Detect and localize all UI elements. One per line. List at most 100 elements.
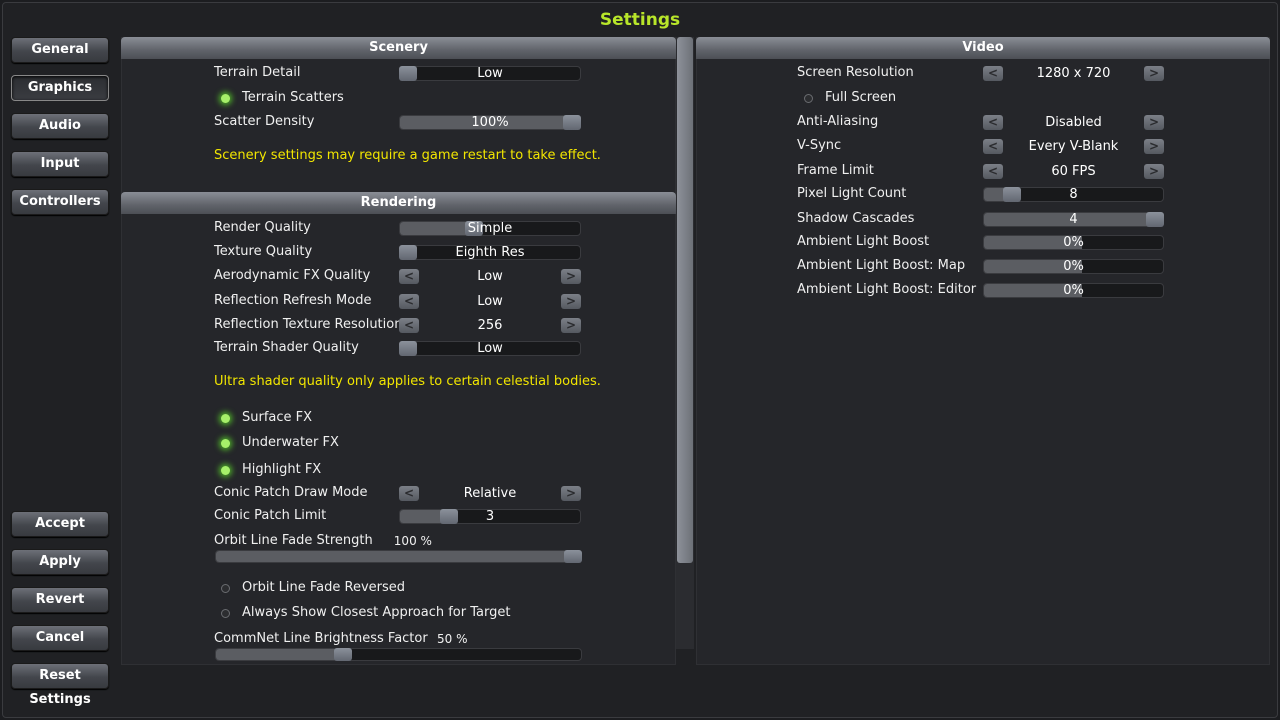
nav-reset-settings-button[interactable]: Reset Settings <box>11 663 109 707</box>
terrain-detail-control[interactable]: Low <box>399 66 581 81</box>
conic-patch-limit-value: 3 <box>485 509 495 524</box>
pixel-light-count-label: Pixel Light Count <box>797 186 907 201</box>
terrain-detail-label: Terrain Detail <box>214 65 301 80</box>
conic-patch-limit-label: Conic Patch Limit <box>214 508 327 523</box>
always-show-closest-approach-for-target-toggle-icon[interactable] <box>221 609 230 618</box>
scatter-density-label: Scatter Density <box>214 114 315 129</box>
reflection-refresh-mode-label: Reflection Refresh Mode <box>214 293 372 308</box>
surface-fx-toggle-icon[interactable] <box>221 414 230 423</box>
scrollbar[interactable] <box>676 37 694 649</box>
commnet-line-brightness-factor-label: CommNet Line Brightness Factor <box>214 631 428 646</box>
texture-quality-value: Eighth Res <box>455 245 525 260</box>
surface-fx-toggle-label[interactable]: Surface FX <box>242 410 312 425</box>
texture-quality-control[interactable]: Eighth Res <box>399 245 581 260</box>
nav-accept-button[interactable]: Accept <box>11 511 109 537</box>
video-header: Video <box>696 37 1270 59</box>
highlight-fx-toggle-label[interactable]: Highlight FX <box>242 462 321 477</box>
screen-resolution-value: 1280 x 720 <box>1036 66 1111 81</box>
terrain-detail-value: Low <box>477 66 503 81</box>
orbit-line-fade-reversed-toggle-label[interactable]: Orbit Line Fade Reversed <box>242 580 405 595</box>
pixel-light-count-control[interactable]: 8 <box>983 187 1164 202</box>
orbit-line-fade-reversed-toggle-icon[interactable] <box>221 584 230 593</box>
increase-arrow-icon[interactable]: > <box>561 294 581 309</box>
ambient-light-boost-editor-control[interactable]: 0% <box>983 283 1164 298</box>
v-sync-control[interactable]: < Every V-Blank > <box>983 139 1164 154</box>
slider-knob[interactable] <box>333 648 352 661</box>
scatter-density-control[interactable]: 100% <box>399 115 581 130</box>
window-title: Settings <box>599 10 681 30</box>
highlight-fx-toggle-icon[interactable] <box>221 466 230 475</box>
full-screen-toggle-label[interactable]: Full Screen <box>825 90 896 105</box>
scrollbar-thumb[interactable] <box>677 37 693 563</box>
anti-aliasing-control[interactable]: < Disabled > <box>983 115 1164 130</box>
nav-apply-button[interactable]: Apply <box>11 549 109 575</box>
nav-revert-button[interactable]: Revert <box>11 587 109 613</box>
conic-patch-draw-mode-control[interactable]: < Relative > <box>399 486 581 501</box>
always-show-closest-approach-for-target-toggle-label[interactable]: Always Show Closest Approach for Target <box>242 605 510 620</box>
reflection-refresh-mode-control[interactable]: < Low > <box>399 294 581 309</box>
slider-knob[interactable] <box>564 550 582 563</box>
full-screen-toggle-icon[interactable] <box>804 94 813 103</box>
terrain-scatters-toggle-label[interactable]: Terrain Scatters <box>242 90 344 105</box>
ambient-light-boost-label: Ambient Light Boost <box>797 234 930 249</box>
ambient-light-boost-value: 0% <box>1063 235 1084 250</box>
increase-arrow-icon[interactable]: > <box>561 318 581 333</box>
underwater-fx-toggle-icon[interactable] <box>221 439 230 448</box>
render-quality-control[interactable]: Simple <box>399 221 581 236</box>
reflection-texture-resolution-control[interactable]: <256 > <box>399 318 581 333</box>
anti-aliasing-label: Anti-Aliasing <box>797 114 879 129</box>
reflection-texture-resolution-label: Reflection Texture Resolution <box>214 317 403 332</box>
screen-resolution-label: Screen Resolution <box>797 65 914 80</box>
anti-aliasing-value: Disabled <box>1045 115 1102 130</box>
pixel-light-count-value: 8 <box>1069 187 1078 202</box>
increase-arrow-icon[interactable]: > <box>561 269 581 284</box>
info-note: Ultra shader quality only applies to cer… <box>214 374 601 389</box>
rendering-header: Rendering <box>121 192 676 214</box>
conic-patch-draw-mode-label: Conic Patch Draw Mode <box>214 485 368 500</box>
frame-limit-value: 60 FPS <box>1051 164 1096 179</box>
nav-controllers-button[interactable]: Controllers <box>11 189 109 215</box>
slider-fill <box>216 649 344 660</box>
ambient-light-boost-control[interactable]: 0% <box>983 235 1164 250</box>
terrain-scatters-toggle-icon[interactable] <box>221 94 230 103</box>
render-quality-value: Simple <box>467 221 513 236</box>
conic-patch-draw-mode-value: Relative <box>463 486 517 501</box>
ambient-light-boost-editor-label: Ambient Light Boost: Editor <box>797 282 977 297</box>
increase-arrow-icon[interactable]: > <box>1144 115 1164 130</box>
aerodynamic-fx-quality-value: Low <box>477 269 503 284</box>
render-quality-label: Render Quality <box>214 220 311 235</box>
orbit-line-fade-strength-slider[interactable] <box>215 550 582 563</box>
ambient-light-boost-map-control[interactable]: 0% <box>983 259 1164 274</box>
right-panel <box>696 37 1270 665</box>
orbit-line-fade-strength-label: Orbit Line Fade Strength <box>214 533 373 548</box>
frame-limit-control[interactable]: <60 FPS > <box>983 164 1164 179</box>
increase-arrow-icon[interactable]: > <box>1144 66 1164 81</box>
screen-resolution-control[interactable]: <1280 x 720 > <box>983 66 1164 81</box>
conic-patch-limit-control[interactable]: 3 <box>399 509 581 524</box>
scatter-density-value: 100% <box>471 115 509 130</box>
ambient-light-boost-editor-value: 0% <box>1063 283 1084 298</box>
slider-fill <box>216 551 574 562</box>
aerodynamic-fx-quality-control[interactable]: < Low > <box>399 269 581 284</box>
shadow-cascades-control[interactable]: 4 <box>983 212 1164 227</box>
aerodynamic-fx-quality-label: Aerodynamic FX Quality <box>214 268 371 283</box>
v-sync-value: Every V-Blank <box>1028 139 1119 154</box>
slider-track[interactable] <box>215 550 582 563</box>
nav-input-button[interactable]: Input <box>11 151 109 177</box>
slider-track[interactable] <box>215 648 582 661</box>
underwater-fx-toggle-label[interactable]: Underwater FX <box>242 435 339 450</box>
ambient-light-boost-map-value: 0% <box>1063 259 1084 274</box>
nav-general-button[interactable]: General <box>11 37 109 63</box>
increase-arrow-icon[interactable]: > <box>1144 139 1164 154</box>
orbit-line-fade-strength-value: 100 % <box>393 534 432 548</box>
terrain-shader-quality-control[interactable]: Low <box>399 341 581 356</box>
commnet-line-brightness-factor-slider[interactable] <box>215 648 582 661</box>
nav-cancel-button[interactable]: Cancel <box>11 625 109 651</box>
texture-quality-label: Texture Quality <box>214 244 313 259</box>
shadow-cascades-label: Shadow Cascades <box>797 211 915 226</box>
commnet-line-brightness-factor-value: 50 % <box>437 632 468 646</box>
increase-arrow-icon[interactable]: > <box>1144 164 1164 179</box>
increase-arrow-icon[interactable]: > <box>561 486 581 501</box>
nav-graphics-button[interactable]: Graphics <box>11 75 109 101</box>
nav-audio-button[interactable]: Audio <box>11 113 109 139</box>
